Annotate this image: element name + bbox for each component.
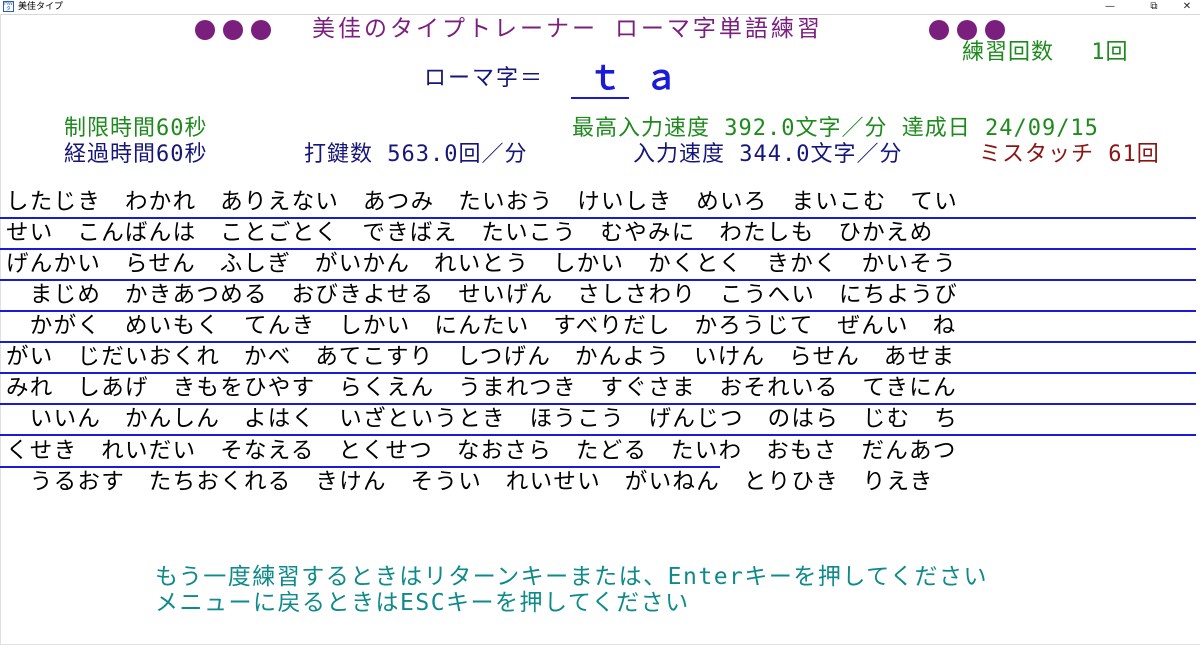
window-titlebar: HWタイ 美佳タイプ — ⧉ ✕ [0, 0, 1200, 15]
word-row: げんかい らせん ふしぎ がいかん れいとう しかい かくとく きかく かいそう [6, 251, 957, 277]
maximize-button[interactable]: ⧉ [1141, 0, 1167, 14]
keystroke-rate: 打鍵数 563.0回／分 [304, 142, 528, 167]
time-limit: 制限時間60秒 [64, 116, 208, 141]
retry-instruction: もう一度練習するときはリターンキーまたは、Enterキーを押してください [155, 564, 989, 590]
close-button[interactable]: ✕ [1174, 0, 1200, 14]
word-row: せい こんばんは ことごとく できばえ たいこう むやみに わたしも ひかえめ [6, 220, 934, 246]
practice-count: 練習回数 1回 [962, 40, 1129, 65]
romaji-next-char: ａ [644, 58, 678, 98]
word-row: みれ しあげ きもをひやす らくえん うまれつき すぐさま おそれいる てきにん [6, 375, 957, 401]
word-row: がい じだいおくれ かべ あてこすり しつげん かんよう いけん らせん あせま [6, 344, 956, 370]
decor-dot-right-1 [929, 20, 949, 40]
word-row: したじき わかれ ありえない あつみ たいおう けいしき めいろ まいこむ てい [6, 189, 959, 215]
elapsed-time: 経過時間60秒 [64, 142, 208, 167]
decor-dot-left-3 [251, 20, 271, 40]
romaji-cursor-underline [571, 97, 629, 99]
word-row: くせき れいだい そなえる とくせつ なおさら たどる たいわ おもさ だんあつ [6, 438, 957, 464]
romaji-typed-char: ｔ [588, 58, 622, 98]
page-title: 美佳のタイプトレーナー ローマ字単語練習 [312, 16, 823, 42]
menu-instruction: メニューに戻るときはESCキーを押してください [155, 590, 690, 616]
decor-dot-left-2 [223, 20, 243, 40]
row-divider [0, 434, 1196, 436]
decor-dot-right-2 [957, 20, 977, 40]
input-speed: 入力速度 344.0文字／分 [633, 142, 903, 167]
word-row: いいん かんしん よはく いざというとき ほうこう げんじつ のはら じむ ち [6, 406, 959, 432]
word-row: かがく めいもく てんき しかい にんたい すべりだし かろうじて ぜんい ね [6, 313, 957, 339]
romaji-label: ローマ字＝ [424, 66, 545, 91]
minimize-button[interactable]: — [1097, 0, 1123, 14]
word-row: まじめ かきあつめる おびきよせる せいげん さしさわり こうへい にちようび [6, 282, 959, 308]
window-title: 美佳タイプ [18, 2, 64, 12]
word-row: うるおす たちおくれる きけん そうい れいせい がいねん とりひき りえき [6, 469, 934, 495]
app-icon: HWタイ [3, 1, 14, 12]
mistouch-count: ミスタッチ 61回 [979, 142, 1160, 167]
best-speed: 最高入力速度 392.0文字／分 達成日 24/09/15 [572, 116, 1099, 141]
decor-dot-left-1 [195, 20, 215, 40]
decor-dot-right-3 [985, 20, 1005, 40]
